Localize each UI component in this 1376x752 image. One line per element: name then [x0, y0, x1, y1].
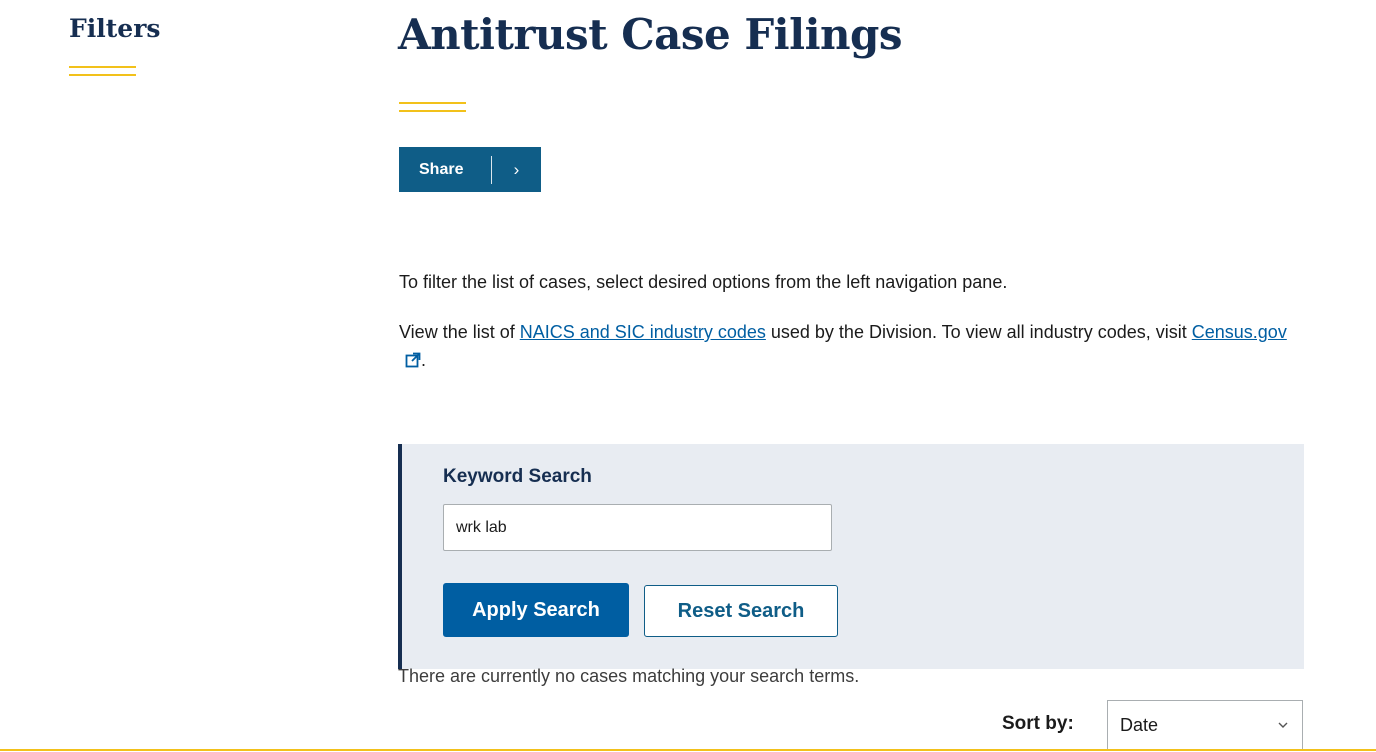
no-results-message: There are currently no cases matching yo…: [398, 666, 860, 686]
naics-sic-codes-link[interactable]: NAICS and SIC industry codes: [520, 322, 766, 342]
census-gov-link[interactable]: Census.gov: [1192, 322, 1287, 342]
share-button[interactable]: Share ›: [399, 147, 541, 192]
page-title: Antitrust Case Filings: [398, 10, 903, 59]
share-button-divider: [491, 155, 492, 184]
keyword-search-label: Keyword Search: [443, 466, 592, 487]
chevron-down-icon: [1278, 722, 1288, 728]
filter-instructions: To filter the list of cases, select desi…: [399, 272, 1008, 292]
bottom-divider: [0, 749, 1376, 751]
chevron-right-icon: ›: [513, 159, 520, 179]
codes-text-end: .: [421, 350, 427, 370]
sort-by-select[interactable]: Date: [1107, 700, 1303, 750]
page: Filters Antitrust Case Filings Share › T…: [0, 0, 1376, 752]
keyword-search-panel: Keyword Search Apply Search Reset Search: [398, 444, 1304, 669]
filters-heading-underline: [69, 66, 136, 76]
codes-text-middle: used by the Division. To view all indust…: [770, 322, 1187, 342]
industry-codes-text: View the list of NAICS and SIC industry …: [399, 318, 1299, 374]
keyword-search-input[interactable]: [443, 504, 832, 551]
reset-search-button[interactable]: Reset Search: [644, 585, 838, 637]
apply-search-button[interactable]: Apply Search: [443, 583, 629, 637]
filters-heading: Filters: [69, 14, 161, 43]
sort-by-label: Sort by:: [1002, 713, 1074, 734]
page-title-underline: [399, 102, 466, 112]
sort-by-selected-value: Date: [1120, 714, 1159, 735]
codes-text-prefix: View the list of: [399, 322, 515, 342]
share-button-label: Share: [419, 160, 464, 178]
external-link-icon: [405, 352, 421, 368]
